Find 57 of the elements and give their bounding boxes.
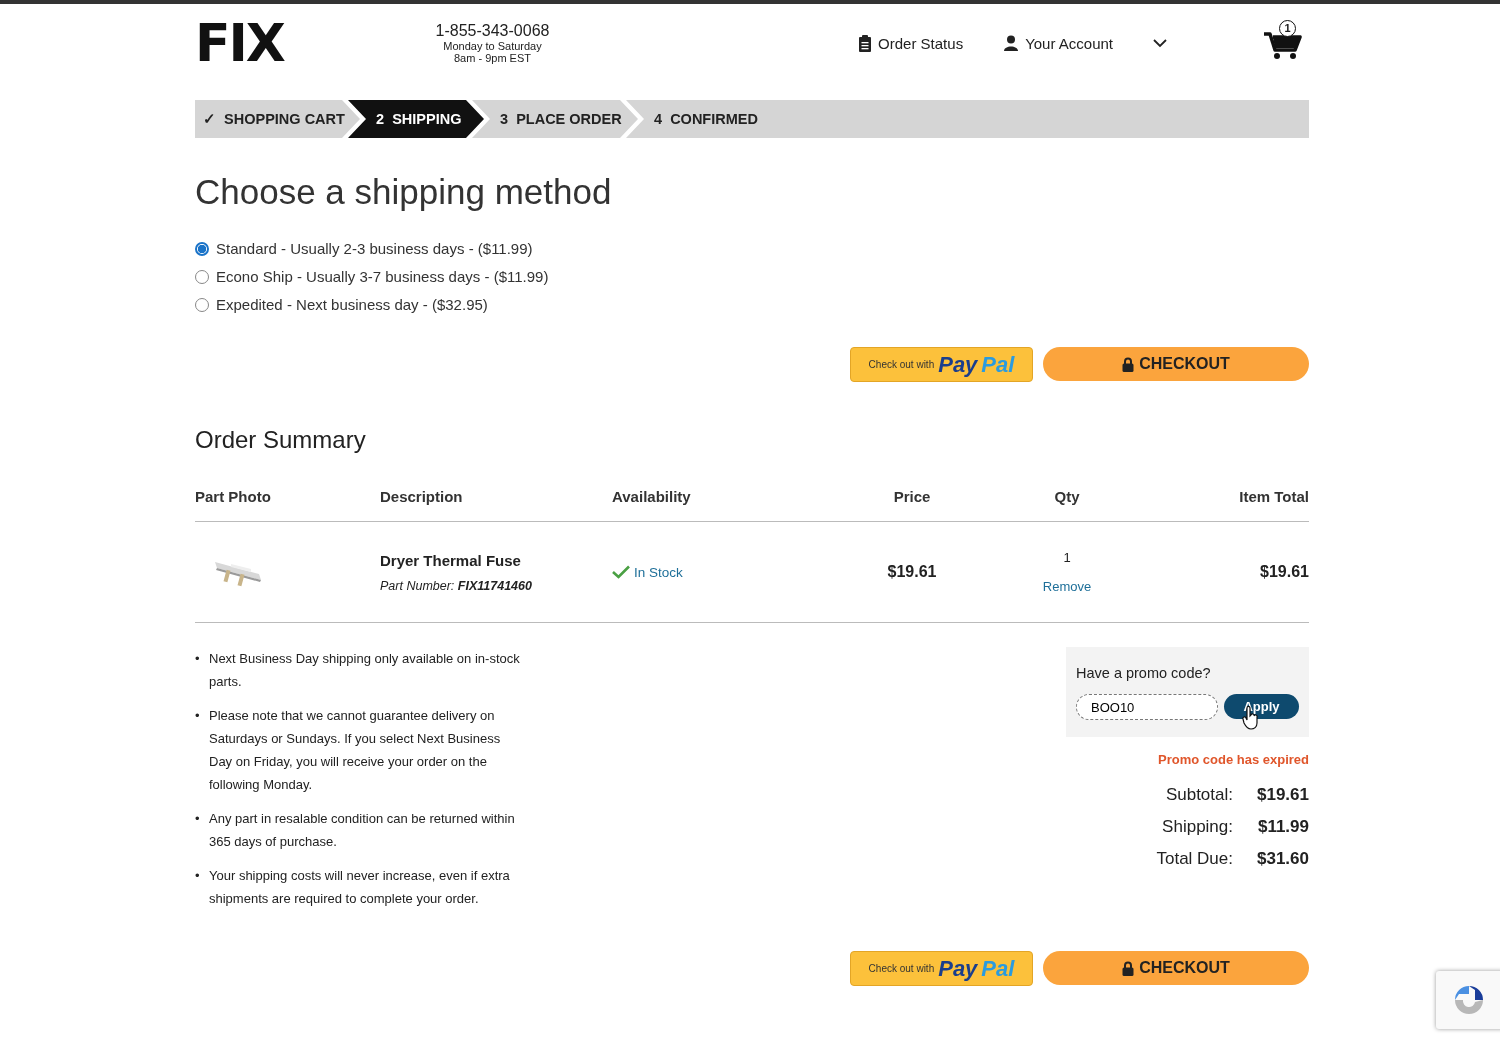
checkout-step: 3 PLACE ORDER — [472, 100, 638, 138]
promo-error-message: Promo code has expired — [1157, 752, 1309, 767]
logo[interactable]: FIX — [195, 17, 430, 69]
bullet: • — [195, 650, 201, 668]
column-header: Qty — [1053, 488, 1081, 505]
account-link[interactable]: Your Account — [1003, 34, 1113, 52]
item-total: $19.61 — [1259, 563, 1309, 581]
checkout-button[interactable]: CHECKOUT — [1043, 347, 1309, 381]
page-heading: Choose a shipping method — [195, 172, 613, 212]
checkout-step: 2 SHIPPING — [348, 100, 484, 138]
total-label: Subtotal: — [1165, 785, 1233, 805]
remove-link[interactable]: Remove — [1042, 579, 1092, 594]
shipping-note: Next Business Day shipping only available on in-stock parts. — [209, 650, 521, 691]
chevron-down-icon[interactable] — [1153, 38, 1167, 48]
shipping-option-label[interactable]: Expedited - Next business day - ($32.95) — [216, 296, 488, 313]
column-header: Availability — [612, 488, 692, 505]
total-label: Total Due: — [1156, 849, 1233, 869]
promo-code-field[interactable]: BOO10 — [1076, 694, 1218, 720]
bullet: • — [195, 810, 201, 828]
column-header: Description — [380, 488, 464, 505]
business-hours: 8am - 9pm EST — [453, 52, 532, 64]
checkout-step: ✓ SHOPPING CART — [195, 100, 360, 138]
shipping-option-label[interactable]: Econo Ship - Usually 3-7 business days - ($11.99) — [216, 268, 549, 285]
total-value: $19.61 — [1256, 785, 1309, 805]
lock-icon — [1122, 356, 1135, 372]
checkmark-icon — [612, 565, 630, 579]
business-hours: Monday to Saturday — [442, 40, 543, 52]
stock-status: In Stock — [634, 564, 683, 580]
person-icon — [1003, 35, 1020, 51]
product-name: Dryer Thermal Fuse — [380, 551, 522, 569]
radio-button[interactable] — [195, 241, 209, 256]
bullet: • — [195, 867, 201, 885]
total-value: $31.60 — [1256, 849, 1309, 869]
checkout-button[interactable]: CHECKOUT — [1043, 951, 1309, 985]
lock-icon — [1122, 960, 1135, 976]
cart-count-badge: 1 — [1279, 20, 1296, 37]
total-value: $11.99 — [1256, 817, 1309, 837]
recaptcha-badge[interactable] — [1436, 971, 1500, 1029]
order-status-link[interactable]: Order Status — [858, 34, 964, 52]
shipping-note: Your shipping costs will never increase, even if extra shipments are required to complete your order. — [209, 867, 511, 908]
column-header: Part Photo — [195, 488, 272, 505]
total-label: Shipping: — [1162, 817, 1233, 837]
apply-button[interactable]: Apply — [1224, 694, 1299, 719]
promo-prompt: Have a promo code? — [1076, 665, 1212, 681]
part-number: Part Number: FIX11741460 — [380, 578, 533, 593]
column-header: Item Total — [1238, 488, 1309, 505]
clipboard-icon — [858, 34, 873, 52]
shipping-option-label[interactable]: Standard - Usually 2-3 business days - ($11.99) — [216, 240, 533, 257]
shipping-note: Please note that we cannot guarantee delivery on Saturdays or Sundays. If you select Next Business Day on Friday, you will receive your order on the following Monday. — [209, 707, 502, 794]
price: $19.61 — [886, 563, 938, 581]
quantity: 1 — [1063, 550, 1071, 565]
phone-number: 1-855-343-0068 — [434, 22, 551, 40]
bullet: • — [195, 707, 201, 725]
shipping-note: Any part in resalable condition can be returned within 365 days of purchase. — [209, 810, 516, 851]
column-header: Price — [892, 488, 932, 505]
checkout-step: 4 CONFIRMED — [626, 100, 1309, 138]
section-heading: Order Summary — [195, 426, 367, 454]
